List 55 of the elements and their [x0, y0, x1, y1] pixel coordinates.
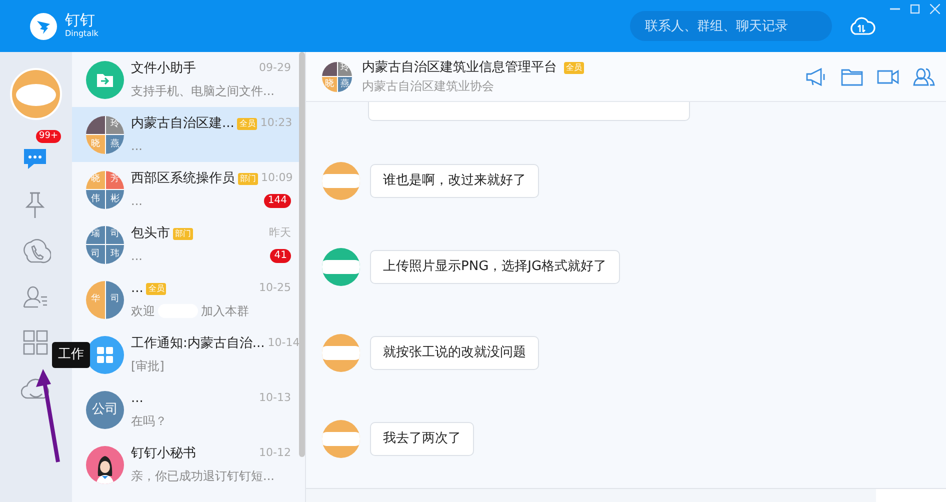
unread-badge: 41 — [270, 249, 291, 264]
avatar-initial: 晓 — [322, 77, 336, 92]
message-bubble: 我去了两次了 — [370, 422, 474, 456]
conversation-title: 工作通知:内蒙古自治... — [131, 334, 265, 353]
avatar-initial: 燕 — [106, 135, 124, 154]
conversation-title: 内蒙古自治区建... — [131, 114, 234, 133]
unread-badge: 144 — [264, 194, 291, 208]
group-tag: 全员 — [237, 118, 258, 130]
avatar-initial: 伟 — [86, 190, 104, 208]
group-tag: 部门 — [238, 172, 258, 184]
avatar-initial: 燕 — [338, 77, 352, 92]
message-preview: 加入本群 — [201, 303, 249, 320]
chat-subtitle: 内蒙古自治区建筑业协会 — [362, 78, 495, 96]
conversation-time: 昨天 — [269, 225, 291, 242]
app-name: 钉钉 — [65, 12, 96, 28]
conversation-time: 10-13 — [259, 390, 291, 406]
message-preview: ... — [131, 138, 142, 156]
message-preview: ... — [131, 248, 142, 266]
message-preview: 欢迎 — [131, 303, 155, 320]
message-bubble: 谁也是啊，改过来就好了 — [370, 164, 539, 198]
conversation-title: 西部区系统操作员 — [131, 170, 235, 188]
conversation-title: 钉钉小秘书 — [131, 444, 196, 463]
message-preview: ... — [131, 193, 142, 210]
conversation-time: 10:23 — [260, 115, 292, 132]
conversation-time: 10-14 — [268, 335, 300, 352]
unread-badge: 99+ — [36, 130, 61, 143]
conversation-time: 10-25 — [259, 280, 291, 296]
avatar-initial: 瑞 — [86, 226, 104, 244]
message-preview: [审批] — [131, 358, 164, 376]
avatar-initial: 彬 — [106, 190, 124, 208]
app-subtitle: Dingtalk — [65, 28, 98, 40]
message-preview: 亲，你已成功退订钉钉短... — [131, 468, 274, 486]
conversation-title: ... — [131, 280, 144, 298]
conversation-title: ... — [131, 390, 144, 408]
message-bubble: 上传照片显示PNG，选择JG格式就好了 — [370, 250, 620, 284]
message-bubble: 就按张工说的改就没问题 — [370, 336, 539, 370]
conversation-time: 10-12 — [259, 445, 291, 462]
avatar-initial: 司 — [86, 245, 104, 264]
conversation-time: 10:09 — [261, 170, 293, 186]
group-tag: 部门 — [173, 228, 193, 240]
message-preview: 在吗？ — [131, 413, 167, 430]
avatar-initial: 司 — [106, 280, 124, 318]
group-tag: 全员 — [564, 62, 584, 74]
conversation-title: 文件小助手 — [131, 60, 196, 78]
avatar-initial: 玲 — [106, 116, 124, 134]
conversation-title: 包头市 — [131, 224, 170, 243]
conversation-time: 09-29 — [259, 60, 291, 76]
avatar-initial: 公司 — [92, 400, 118, 419]
avatar-initial: 晓 — [86, 135, 104, 154]
avatar-initial: 华 — [86, 280, 104, 318]
group-tag: 全员 — [146, 282, 166, 294]
avatar-initial: 玮 — [106, 245, 124, 264]
message-preview: 支持手机、电脑之间文件... — [131, 83, 274, 100]
chat-title: 内蒙古自治区建筑业信息管理平台 — [362, 58, 557, 77]
tooltip: 工作 — [52, 342, 90, 368]
